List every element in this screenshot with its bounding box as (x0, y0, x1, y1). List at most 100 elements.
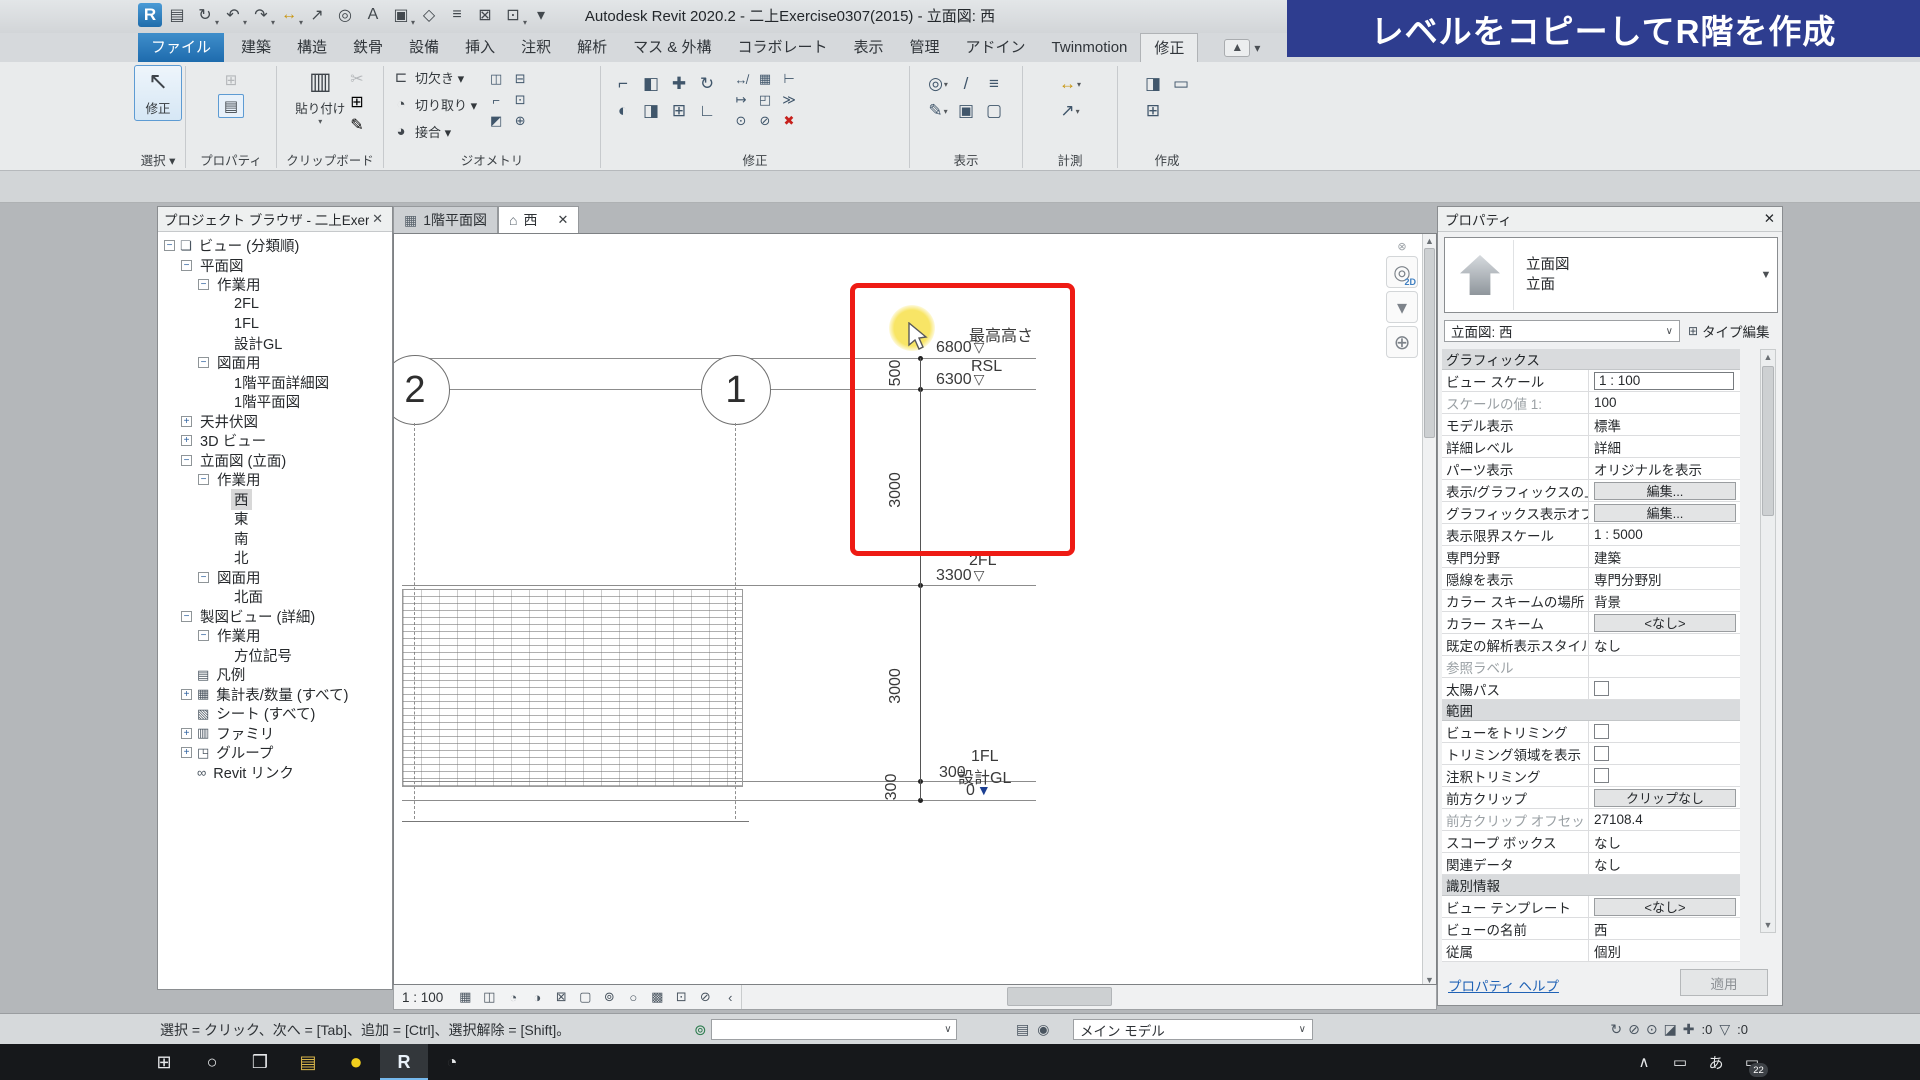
scale-icon[interactable]: ◰ (754, 90, 776, 110)
property-value[interactable]: 専門分野別 (1589, 568, 1740, 589)
tree-item-設計GL[interactable]: 設計GL (158, 334, 392, 354)
collapse-icon[interactable]: − (198, 571, 209, 583)
tree-item-北[interactable]: 北 (158, 548, 392, 568)
dimension-value[interactable]: 300 (883, 774, 901, 801)
ribbon-tab-コラボレート[interactable]: コラボレート (724, 33, 840, 62)
element-keynote-icon[interactable]: ⊡ (509, 90, 531, 110)
ribbon-tab-注釈[interactable]: 注釈 (508, 33, 564, 62)
property-value[interactable]: なし (1589, 831, 1740, 852)
properties-section-範囲[interactable]: 範囲 (1442, 700, 1740, 721)
edit-type-button[interactable]: ⊞ タイプ編集 (1688, 321, 1770, 341)
selection-box-icon[interactable]: ▢ (981, 98, 1007, 124)
expand-icon[interactable]: + (181, 435, 192, 447)
unpin-icon[interactable]: ⊘ (754, 111, 776, 131)
panel-label-measure[interactable]: 計測 (1026, 152, 1114, 171)
chevron-down-icon[interactable]: ▼ (1755, 269, 1777, 281)
ground-line[interactable] (402, 821, 749, 822)
taskbar-notifications[interactable]: ▭ 22 (1734, 1044, 1770, 1080)
panel-label-view[interactable]: 表示 (913, 152, 1019, 171)
navbar-dropdown-icon[interactable]: ▾ (1386, 291, 1418, 323)
temporary-hide-isolate-icon[interactable]: ⊚ (598, 987, 620, 1008)
properties-help-link[interactable]: プロパティ ヘルプ (1448, 975, 1559, 995)
property-value[interactable]: 1 : 5000 (1589, 524, 1740, 545)
taskbar-task-view[interactable]: ❒ (236, 1044, 284, 1080)
close-icon[interactable]: ✕ (558, 212, 569, 228)
close-navbar-icon[interactable]: ⊗ (1394, 238, 1410, 254)
collapse-icon[interactable]: − (198, 279, 209, 291)
cut-to-clipboard-icon[interactable]: ✂ (350, 69, 363, 89)
grid-bubble-1[interactable]: 1 (701, 355, 771, 425)
property-value[interactable]: 標準 (1589, 414, 1740, 435)
instance-selector[interactable]: 立面図: 西 ∨ (1444, 320, 1680, 342)
join-button[interactable]: ◕ 接合 ▾ (391, 119, 451, 143)
taskbar-tray-show-hidden[interactable]: ∧ (1626, 1044, 1662, 1080)
tree-item-作業用[interactable]: − 作業用 (158, 626, 392, 646)
modify-button[interactable]: ↖ 修正 (134, 65, 182, 121)
properties-palette-icon[interactable]: ▤ (218, 94, 244, 118)
close-icon[interactable]: ✕ (369, 211, 386, 227)
taskbar-browser-app[interactable]: ◔ (428, 1044, 476, 1080)
panel-label-select[interactable]: 選択 ▾ (134, 152, 182, 171)
mirror-pick-axis-icon[interactable]: ◧ (638, 71, 664, 97)
ribbon-tab-構造[interactable]: 構造 (284, 33, 340, 62)
create-parts-icon[interactable]: ◨ (1140, 71, 1166, 97)
property-value[interactable]: 西 (1589, 918, 1740, 939)
taskbar-start[interactable]: ⊞ (140, 1044, 188, 1080)
taskbar-recording-indicator[interactable]: ● (332, 1044, 380, 1080)
property-button[interactable]: 編集... (1594, 503, 1736, 522)
offset-icon[interactable]: ◐ (610, 98, 636, 124)
property-value[interactable]: 100 (1589, 392, 1740, 413)
tree-item-平面図[interactable]: − 平面図 (158, 256, 392, 276)
property-value[interactable]: 詳細 (1589, 436, 1740, 457)
collapse-icon[interactable]: − (181, 454, 192, 466)
property-checkbox[interactable] (1594, 724, 1609, 739)
property-checkbox[interactable] (1594, 681, 1609, 696)
property-value[interactable]: 背景 (1589, 590, 1740, 611)
crop-view-icon[interactable]: ⊠ (550, 987, 572, 1008)
panel-label-clipboard[interactable]: クリップボード (280, 152, 380, 171)
property-checkbox[interactable] (1594, 746, 1609, 761)
property-value[interactable]: なし (1589, 634, 1740, 655)
aligned-dimension-tool-icon[interactable]: ↗ ▾ (1057, 98, 1083, 124)
panel-label-modify[interactable]: 修正 (604, 152, 906, 171)
worksharing-users-icon[interactable]: ◉ (1037, 1021, 1049, 1038)
panel-display-toggle[interactable]: ▲ ▾ (1224, 33, 1260, 62)
show-crop-region-icon[interactable]: ▢ (574, 987, 596, 1008)
copy-to-clipboard-icon[interactable]: ⊞ (350, 92, 363, 112)
ribbon-tab-建築[interactable]: 建築 (228, 33, 284, 62)
tree-item-3D ビュー[interactable]: +3D ビュー (158, 431, 392, 451)
tree-item-1FL[interactable]: 1FL (158, 314, 392, 334)
delete-icon[interactable]: ✖ (778, 111, 800, 131)
ribbon-tab-挿入[interactable]: 挿入 (452, 33, 508, 62)
wall-joins-icon[interactable]: ⌐ (485, 90, 507, 110)
trim-extend-multiple-icon[interactable]: ≫ (778, 90, 800, 110)
taskbar-revit-app[interactable]: R (380, 1044, 428, 1080)
tree-item-製図ビュー (詳細)[interactable]: − 製図ビュー (詳細) (158, 607, 392, 627)
collapse-icon[interactable]: − (181, 259, 192, 271)
expand-icon[interactable]: + (181, 747, 192, 759)
demolish-icon[interactable]: ⊕ (509, 111, 531, 131)
reveal-hidden-lightbulb-icon[interactable]: ◎ ▾ (925, 71, 951, 97)
ribbon-tab-ファイル[interactable]: ファイル (138, 33, 225, 62)
cut-profile-icon[interactable]: ◫ (485, 69, 507, 89)
elevation-view-west[interactable]: ⊗ ◎ 2D ▾ ⊕ 最高高さ 6800 ▽ RSL 6300 ▽ 2FL 3300 ▽ 1FL 300 設計… (393, 233, 1437, 985)
ribbon-tab-鉄骨[interactable]: 鉄骨 (340, 33, 396, 62)
steering-wheel-2d-icon[interactable]: ◎ 2D (1386, 256, 1418, 288)
cope-button[interactable]: ⊏ 切欠き ▾ (391, 65, 464, 89)
type-selector[interactable]: 立面図 立面 ▼ (1444, 237, 1778, 313)
create-group-icon[interactable]: ⊞ (1140, 98, 1166, 124)
split-element-icon[interactable]: ↮ (730, 69, 752, 89)
taskbar-ime-mode[interactable]: あ (1698, 1044, 1734, 1080)
view-tab-西[interactable]: ⌂ 西 ✕ (498, 206, 580, 233)
hide-elements-icon[interactable]: ▣ (953, 98, 979, 124)
tree-item-図面用[interactable]: − 図面用 (158, 353, 392, 373)
select-by-face-toggle-icon[interactable]: ◪ (1664, 1021, 1677, 1038)
copy-icon[interactable]: ⊞ (666, 98, 692, 124)
override-graphics-icon[interactable]: ✎ ▾ (925, 98, 951, 124)
select-links-toggle-icon[interactable]: ⊘ (1628, 1021, 1640, 1038)
expand-icon[interactable]: + (181, 688, 192, 700)
property-value[interactable]: 建築 (1589, 546, 1740, 567)
grid-bubble-2[interactable]: 2 (394, 355, 450, 425)
property-button[interactable]: <なし> (1594, 897, 1736, 916)
array-icon[interactable]: ▦ (754, 69, 776, 89)
